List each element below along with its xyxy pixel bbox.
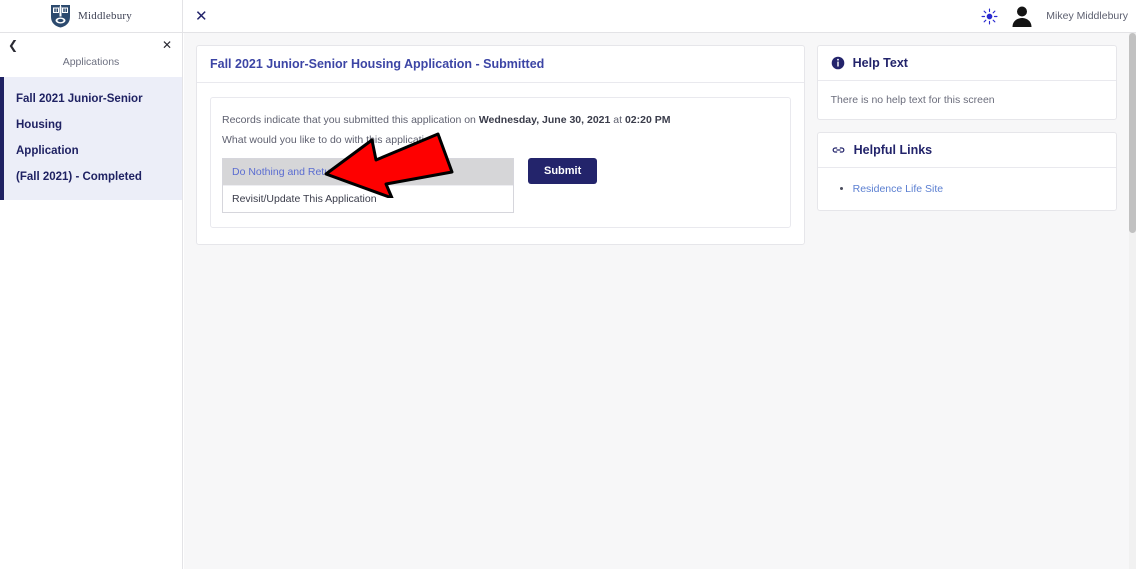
sidebar-item-status: (Fall 2021) - Completed bbox=[16, 171, 142, 183]
application-inner-panel: Records indicate that you submitted this… bbox=[210, 97, 791, 228]
sidebar-controls: ❮ ✕ bbox=[0, 33, 182, 51]
left-column: Fall 2021 Junior-Senior Housing Applicat… bbox=[196, 45, 805, 245]
help-text-card-body: There is no help text for this screen bbox=[830, 94, 995, 106]
brightness-sun-icon[interactable] bbox=[981, 7, 998, 25]
record-time: 02:20 PM bbox=[624, 114, 671, 126]
application-action-select[interactable]: Do Nothing and Return to Main Menu Revis… bbox=[222, 158, 514, 213]
left-sidebar: ❮ ✕ Applications Fall 2021 Junior-Senior… bbox=[0, 33, 183, 569]
sidebar-item-label-line2: Application bbox=[16, 145, 79, 157]
application-card-body: Records indicate that you submitted this… bbox=[197, 83, 804, 244]
vertical-scrollbar-thumb[interactable] bbox=[1129, 33, 1136, 233]
user-name-label: Mikey Middlebury bbox=[1046, 10, 1128, 22]
vertical-scrollbar-track[interactable] bbox=[1129, 33, 1136, 569]
helpful-links-card-title: Helpful Links bbox=[853, 143, 933, 157]
brand-zone: Middlebury bbox=[0, 0, 183, 33]
sidebar-item-application[interactable]: Fall 2021 Junior-Senior Housing Applicat… bbox=[0, 77, 182, 200]
record-prefix: Records indicate that you submitted this… bbox=[222, 114, 479, 126]
content-row: Fall 2021 Junior-Senior Housing Applicat… bbox=[196, 45, 1117, 245]
application-card: Fall 2021 Junior-Senior Housing Applicat… bbox=[196, 45, 805, 245]
info-circle-icon bbox=[831, 56, 844, 70]
link-residence-life-site[interactable]: Residence Life Site bbox=[853, 183, 943, 195]
list-item: Residence Life Site bbox=[853, 181, 1103, 197]
helpful-links-card: Helpful Links Residence Life Site bbox=[816, 132, 1117, 211]
sidebar-close-icon[interactable]: ✕ bbox=[162, 39, 172, 51]
helpful-links-card-body: Residence Life Site bbox=[818, 168, 1116, 210]
helpful-links-list: Residence Life Site bbox=[853, 181, 1103, 197]
topbar-right-group: Mikey Middlebury bbox=[981, 4, 1136, 28]
right-column: Help Text There is no help text for this… bbox=[816, 45, 1117, 211]
middlebury-shield-crest-icon bbox=[51, 5, 71, 28]
option-revisit-update[interactable]: Revisit/Update This Application bbox=[223, 185, 513, 212]
help-text-card: Help Text There is no help text for this… bbox=[816, 45, 1117, 120]
chevron-left-icon[interactable]: ❮ bbox=[8, 39, 18, 51]
action-form-row: Do Nothing and Return to Main Menu Revis… bbox=[222, 158, 779, 213]
submit-button[interactable]: Submit bbox=[528, 158, 598, 184]
submission-record-text: Records indicate that you submitted this… bbox=[222, 111, 779, 130]
close-icon[interactable]: ✕ bbox=[195, 8, 208, 24]
helpful-links-card-header: Helpful Links bbox=[817, 133, 1116, 168]
brand-name: Middlebury bbox=[78, 10, 132, 22]
option-do-nothing[interactable]: Do Nothing and Return to Main Menu bbox=[223, 159, 513, 185]
help-text-card-header: Help Text bbox=[817, 46, 1116, 81]
record-date: Wednesday, June 30, 2021 bbox=[478, 114, 611, 126]
question-text: What would you like to do with this appl… bbox=[222, 134, 442, 146]
chain-link-icon bbox=[832, 147, 845, 153]
sidebar-item-label-line1: Fall 2021 Junior-Senior Housing bbox=[16, 93, 143, 131]
user-avatar-icon[interactable] bbox=[1010, 4, 1034, 28]
help-text-card-title: Help Text bbox=[852, 56, 908, 70]
card-spacer bbox=[817, 120, 1117, 132]
main-content: Fall 2021 Junior-Senior Housing Applicat… bbox=[184, 33, 1129, 569]
record-mid: at bbox=[610, 114, 625, 126]
page-title: Fall 2021 Junior-Senior Housing Applicat… bbox=[197, 46, 804, 83]
sidebar-title: Applications bbox=[62, 56, 120, 68]
top-bar: Middlebury ✕ Mikey Middlebury bbox=[0, 0, 1136, 33]
